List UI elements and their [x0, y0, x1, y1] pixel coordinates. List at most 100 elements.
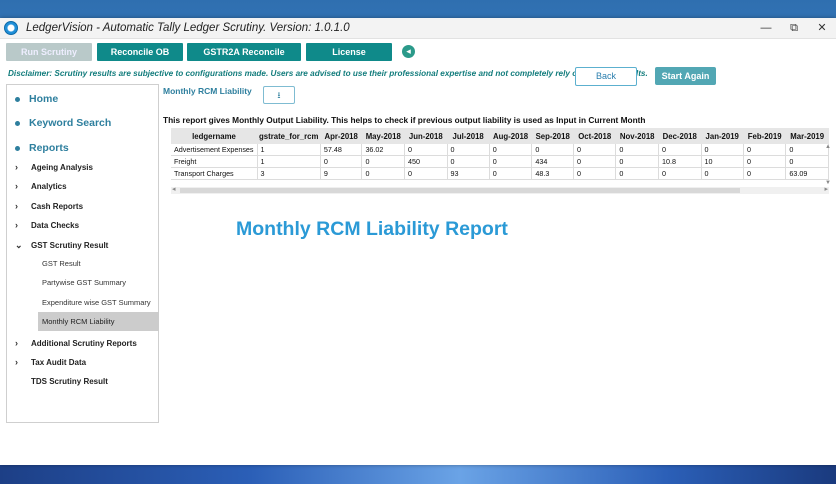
gstr2a-reconcile-button[interactable]: GSTR2A Reconcile — [187, 43, 301, 61]
toolbar: Run Scrutiny Reconcile OB GSTR2A Reconci… — [0, 39, 836, 65]
column-header[interactable]: Jul-2018 — [447, 128, 490, 144]
report-title: Monthly RCM Liability — [163, 86, 252, 96]
table-cell: 0 — [615, 144, 659, 156]
table-row[interactable]: Transport Charges 3 9 0 0 93 0 48.3 0 0 0 0 0 63.09 — [171, 167, 829, 180]
table-cell: 3 — [257, 167, 321, 180]
table-cell: 36.02 — [361, 144, 406, 156]
chevron-right-icon: › — [15, 357, 18, 367]
back-arrow-icon[interactable]: ◂ — [402, 45, 415, 58]
download-button[interactable]: ⭳ — [263, 86, 295, 104]
window-controls: — ⧉ ✕ — [752, 18, 836, 38]
column-header[interactable]: ledgername — [171, 128, 258, 144]
column-header[interactable]: Sep-2018 — [531, 128, 574, 144]
sidebar-subitem-expenditure-gst-summary[interactable]: Expenditure wise GST Summary — [38, 293, 159, 312]
sidebar-item-cash-reports[interactable]: › Cash Reports — [15, 201, 83, 211]
sidebar-item-label: Reports — [29, 142, 69, 154]
sidebar-item-tax-audit-data[interactable]: › Tax Audit Data — [15, 357, 86, 367]
table-cell: 0 — [743, 144, 787, 156]
reconcile-ob-button[interactable]: Reconcile OB — [97, 43, 183, 61]
sidebar-item-ageing-analysis[interactable]: › Ageing Analysis — [15, 162, 93, 172]
column-header[interactable]: Jun-2018 — [404, 128, 448, 144]
chevron-right-icon: › — [15, 181, 18, 191]
app-logo-icon — [4, 21, 18, 35]
table-cell: 0 — [573, 167, 617, 180]
table-cell: 57.48 — [320, 144, 363, 156]
table-cell: 0 — [320, 155, 363, 168]
table-cell: 434 — [531, 155, 574, 168]
table-cell: Freight — [171, 155, 258, 168]
column-header[interactable]: Mar-2019 — [785, 128, 829, 144]
table-cell: 0 — [743, 155, 787, 168]
sidebar-item-reports[interactable]: Reports — [15, 142, 69, 154]
sidebar-item-keyword-search[interactable]: Keyword Search — [15, 117, 111, 129]
minimize-button[interactable]: — — [752, 18, 780, 38]
disclaimer-text: Disclaimer: Scrutiny results are subject… — [8, 69, 648, 78]
column-header[interactable]: Apr-2018 — [320, 128, 362, 144]
table-cell: Advertisement Expenses — [171, 144, 258, 156]
scroll-left-icon[interactable]: ◂ — [172, 185, 176, 193]
sidebar-item-data-checks[interactable]: › Data Checks — [15, 220, 79, 230]
table-cell: 10 — [701, 155, 744, 168]
main-content: Monthly RCM Liability ⭳ This report give… — [163, 84, 833, 444]
data-grid[interactable]: ledgername gstrate_for_rcm Apr-2018 May-201… — [171, 128, 829, 194]
column-header[interactable]: Dec-2018 — [658, 128, 701, 144]
table-cell: 0 — [573, 144, 617, 156]
bullet-icon — [15, 145, 20, 151]
table-cell: 0 — [785, 144, 829, 156]
table-cell: 0 — [361, 167, 406, 180]
column-header[interactable]: gstrate_for_rcm — [257, 128, 321, 144]
table-cell: 48.3 — [531, 167, 574, 180]
table-cell: 63.09 — [785, 167, 829, 180]
sidebar-item-label: Cash Reports — [31, 201, 84, 211]
chevron-right-icon: › — [15, 338, 18, 348]
table-cell: 1 — [257, 144, 321, 156]
sidebar-item-additional-scrutiny-reports[interactable]: › Additional Scrutiny Reports — [15, 338, 137, 348]
sidebar-item-label: Keyword Search — [29, 117, 112, 129]
table-cell: 0 — [404, 167, 448, 180]
table-cell: 0 — [701, 144, 744, 156]
table-cell: 0 — [743, 167, 787, 180]
table-cell: 93 — [447, 167, 490, 180]
sidebar-item-label: GST Scrutiny Result — [31, 241, 109, 250]
scrollbar-thumb[interactable] — [180, 188, 740, 193]
report-heading: Monthly RCM Liability Report — [236, 218, 508, 240]
sidebar-subitem-partywise-gst-summary[interactable]: Partywise GST Summary — [38, 273, 159, 292]
sidebar-item-tds-scrutiny-result[interactable]: TDS Scrutiny Result — [15, 377, 108, 386]
column-header[interactable]: Jan-2019 — [701, 128, 744, 144]
sidebar-subitem-gst-result[interactable]: GST Result — [38, 254, 159, 273]
table-cell: 0 — [785, 155, 829, 168]
start-again-button[interactable]: Start Again — [655, 67, 716, 85]
bullet-icon — [15, 120, 20, 126]
vertical-scrollbar[interactable]: ▲ ▼ — [825, 144, 831, 187]
column-header[interactable]: Feb-2019 — [743, 128, 786, 144]
sidebar-item-analytics[interactable]: › Analytics — [15, 181, 67, 191]
table-cell: 0 — [658, 167, 702, 180]
run-scrutiny-button[interactable]: Run Scrutiny — [6, 43, 92, 61]
horizontal-scrollbar[interactable]: ◂ ▸ — [171, 185, 829, 194]
column-header[interactable]: May-2018 — [361, 128, 405, 144]
title-bar: LedgerVision - Automatic Tally Ledger Sc… — [0, 18, 836, 39]
report-description: This report gives Monthly Output Liabili… — [163, 115, 646, 125]
license-button[interactable]: License — [306, 43, 392, 61]
sidebar-item-gst-scrutiny-result[interactable]: ⌄ GST Scrutiny Result — [15, 240, 108, 251]
sidebar-item-label: Home — [29, 93, 59, 105]
table-row[interactable]: Freight 1 0 0 450 0 0 434 0 0 10.8 10 0 0 — [171, 155, 829, 168]
sidebar-subitem-monthly-rcm-liability[interactable]: Monthly RCM Liability — [38, 312, 159, 331]
table-row[interactable]: Advertisement Expenses 1 57.48 36.02 0 0 0 0 0 0 0… — [171, 144, 829, 156]
close-button[interactable]: ✕ — [808, 18, 836, 38]
sidebar-item-label: TDS Scrutiny Result — [31, 377, 108, 386]
chevron-down-icon: ⌄ — [15, 240, 23, 250]
column-header[interactable]: Aug-2018 — [489, 128, 532, 144]
table-cell: 0 — [701, 167, 744, 180]
restore-button[interactable]: ⧉ — [780, 18, 808, 38]
rcm-table: ledgername gstrate_for_rcm Apr-2018 May-201… — [171, 128, 829, 180]
scroll-right-icon[interactable]: ▸ — [824, 185, 828, 193]
chevron-right-icon: › — [15, 220, 18, 230]
column-header[interactable]: Nov-2018 — [615, 128, 659, 144]
chevron-right-icon: › — [15, 162, 18, 172]
column-header[interactable]: Oct-2018 — [573, 128, 616, 144]
scroll-up-icon[interactable]: ▲ — [825, 144, 831, 150]
table-cell: 0 — [361, 155, 406, 168]
sidebar-item-home[interactable]: Home — [15, 93, 58, 105]
sidebar: Home Keyword Search Reports › Ageing Ana… — [6, 84, 159, 423]
